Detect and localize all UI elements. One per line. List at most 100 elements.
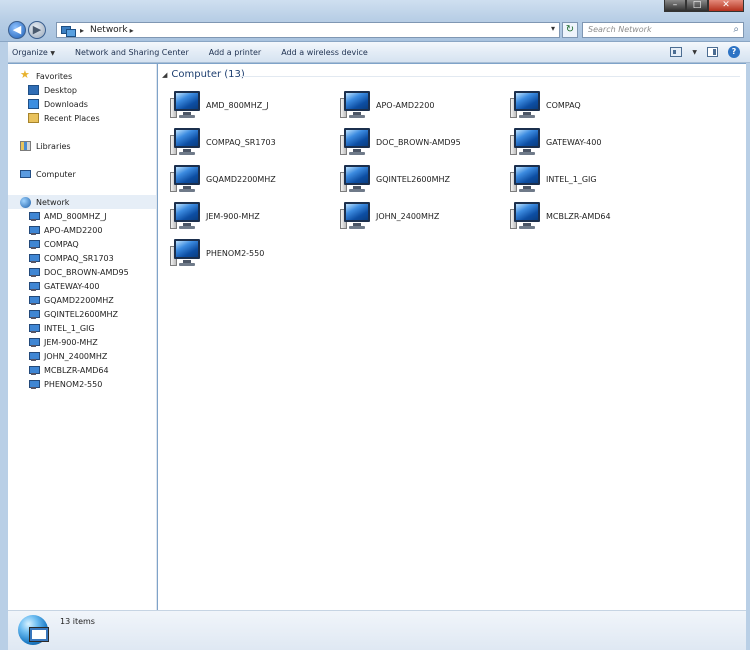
group-divider (240, 76, 740, 77)
computer-name: COMPAQ (546, 100, 581, 110)
content-pane: ◢ Computer (13) AMD_800MHZ_J APO-AMD2200… (158, 64, 746, 610)
address-dropdown-icon[interactable]: ▾ (551, 24, 555, 33)
maximize-button[interactable]: □ (686, 0, 708, 12)
nav-favorites-label: Favorites (36, 71, 73, 81)
computer-name: JEM-900-MHZ (206, 211, 260, 221)
nav-network-item-label: COMPAQ (44, 239, 79, 249)
window-frame-left (0, 42, 8, 650)
nav-network-item[interactable]: MCBLZR-AMD64 (28, 363, 176, 377)
nav-network-item[interactable]: GQINTEL2600MHZ (28, 307, 176, 321)
search-input[interactable]: Search Network ⌕ (582, 22, 744, 38)
computer-icon (28, 281, 40, 291)
help-icon[interactable]: ? (728, 46, 740, 58)
network-sharing-center-button[interactable]: Network and Sharing Center (75, 48, 189, 57)
downloads-icon (28, 99, 39, 109)
add-printer-button[interactable]: Add a printer (209, 48, 261, 57)
nav-item-label: Downloads (44, 99, 88, 109)
computer-tile[interactable]: COMPAQ (510, 88, 675, 122)
computer-name: GATEWAY-400 (546, 137, 602, 147)
search-icon: ⌕ (733, 24, 739, 35)
nav-network-item-label: AMD_800MHZ_J (44, 211, 107, 221)
change-view-icon[interactable] (670, 47, 683, 57)
nav-computer-label: Computer (36, 169, 76, 179)
nav-network-item[interactable]: PHENOM2-550 (28, 377, 176, 391)
computer-tile[interactable]: COMPAQ_SR1703 (170, 125, 335, 159)
nav-network-item[interactable]: COMPAQ (28, 237, 176, 251)
nav-network-item-label: GQAMD2200MHZ (44, 295, 114, 305)
forward-button[interactable]: ▶ (28, 21, 46, 39)
nav-favorites[interactable]: Favorites (20, 68, 168, 83)
computer-tile[interactable]: GATEWAY-400 (510, 125, 675, 159)
nav-network-item[interactable]: GATEWAY-400 (28, 279, 176, 293)
nav-network-item-label: COMPAQ_SR1703 (44, 253, 114, 263)
computer-icon (28, 365, 40, 375)
network-computer-icon (340, 164, 372, 194)
back-button[interactable]: ◀ (8, 21, 26, 39)
nav-network-item[interactable]: JEM-900-MHZ (28, 335, 176, 349)
nav-network-item-label: GATEWAY-400 (44, 281, 100, 291)
preview-pane-icon[interactable] (707, 47, 718, 57)
nav-network-item[interactable]: AMD_800MHZ_J (28, 209, 176, 223)
search-placeholder: Search Network (588, 25, 652, 34)
refresh-button[interactable]: ↻ (562, 22, 578, 38)
breadcrumb-network[interactable]: Network (90, 25, 128, 35)
nav-item-label: Desktop (44, 85, 77, 95)
add-wireless-device-button[interactable]: Add a wireless device (281, 48, 368, 57)
nav-network-item[interactable]: COMPAQ_SR1703 (28, 251, 176, 265)
command-bar-right: ▼ ? (670, 46, 740, 58)
computer-icon (28, 323, 40, 333)
organize-button[interactable]: Organize ▼ (12, 48, 55, 57)
nav-network-item-label: GQINTEL2600MHZ (44, 309, 118, 319)
navigation-pane: Favorites Desktop Downloads Recent Place… (8, 64, 157, 610)
computer-name: GQINTEL2600MHZ (376, 174, 450, 184)
nav-computer[interactable]: Computer (20, 167, 168, 181)
computer-tile[interactable]: MCBLZR-AMD64 (510, 199, 675, 233)
computer-tile[interactable]: GQAMD2200MHZ (170, 162, 335, 196)
breadcrumb-separator[interactable]: ▸ (130, 26, 134, 35)
nav-network-item[interactable]: INTEL_1_GIG (28, 321, 176, 335)
desktop-icon (28, 85, 39, 95)
computer-tile[interactable]: INTEL_1_GIG (510, 162, 675, 196)
network-computer-icon (510, 127, 542, 157)
nav-network-item[interactable]: DOC_BROWN-AMD95 (28, 265, 176, 279)
chevron-down-icon: ▼ (50, 49, 56, 57)
computer-name: JOHN_2400MHZ (376, 211, 440, 221)
computer-tile[interactable]: DOC_BROWN-AMD95 (340, 125, 505, 159)
nav-libraries[interactable]: Libraries (20, 139, 168, 153)
computer-icon (28, 267, 40, 277)
computer-name: DOC_BROWN-AMD95 (376, 137, 461, 147)
status-bar: 13 items (8, 610, 746, 650)
view-dropdown-icon[interactable]: ▼ (692, 49, 697, 56)
computer-icon (28, 253, 40, 263)
nav-item-desktop[interactable]: Desktop (28, 83, 176, 97)
title-bar: – □ ✕ ◀ ▶ ▸ Network ▸ ▾ ↻ Search Network… (0, 0, 750, 42)
computer-tile[interactable]: APO-AMD2200 (340, 88, 505, 122)
nav-item-downloads[interactable]: Downloads (28, 97, 176, 111)
computer-tile[interactable]: JOHN_2400MHZ (340, 199, 505, 233)
computer-tile[interactable]: PHENOM2-550 (170, 236, 335, 270)
network-computer-icon (170, 238, 202, 268)
computer-name: INTEL_1_GIG (546, 174, 597, 184)
nav-network-item[interactable]: APO-AMD2200 (28, 223, 176, 237)
computer-tile[interactable]: GQINTEL2600MHZ (340, 162, 505, 196)
nav-network-item[interactable]: JOHN_2400MHZ (28, 349, 176, 363)
nav-network[interactable]: Network (8, 195, 156, 209)
nav-network-label: Network (36, 197, 70, 207)
minimize-button[interactable]: – (664, 0, 686, 12)
nav-network-item-label: INTEL_1_GIG (44, 323, 95, 333)
address-bar[interactable]: ▸ Network ▸ ▾ (56, 22, 560, 38)
group-header-computer[interactable]: ◢ Computer (13) (162, 69, 245, 80)
computer-tile[interactable]: AMD_800MHZ_J (170, 88, 335, 122)
collapse-arrow-icon[interactable]: ◢ (162, 71, 167, 79)
computer-icon (28, 211, 40, 221)
computer-tile[interactable]: JEM-900-MHZ (170, 199, 335, 233)
computer-name: APO-AMD2200 (376, 100, 435, 110)
computer-icon (28, 309, 40, 319)
close-button[interactable]: ✕ (708, 0, 744, 12)
nav-item-recent-places[interactable]: Recent Places (28, 111, 176, 125)
favorites-star-icon (20, 68, 31, 81)
nav-network-item[interactable]: GQAMD2200MHZ (28, 293, 176, 307)
network-computer-icon (510, 90, 542, 120)
network-icon (20, 196, 31, 208)
nav-libraries-label: Libraries (36, 141, 71, 151)
